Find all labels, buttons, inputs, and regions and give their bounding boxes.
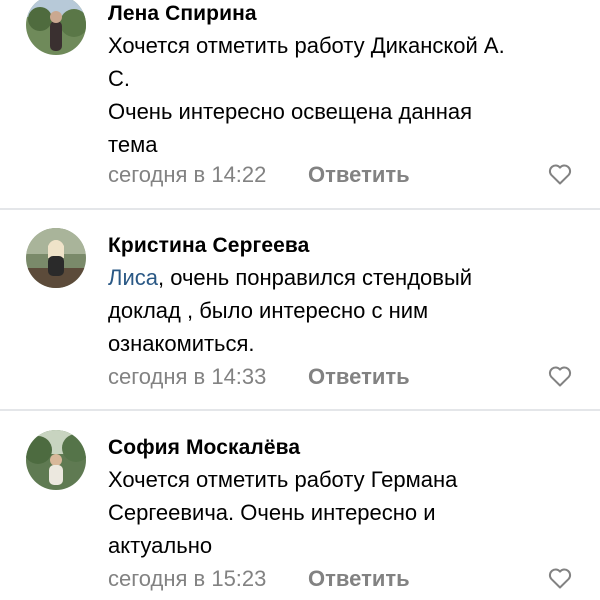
comment-text-line: актуально (108, 533, 213, 558)
comment-text-line: доклад , было интересно с ним (108, 298, 429, 323)
heart-outline-icon (548, 164, 572, 185)
avatar[interactable] (26, 228, 86, 288)
comment-text: Лиса, очень понравился стендовый доклад … (108, 261, 558, 360)
comment-text-line: Сергеевича. Очень интересно и (108, 500, 436, 525)
comment-text-line: тема (108, 132, 158, 157)
comment-text-line: С. (108, 66, 130, 91)
avatar-photo (26, 0, 86, 55)
comment-timestamp: сегодня в 15:23 (108, 566, 267, 591)
comment-text-line: Хочется отметить работу Германа (108, 467, 458, 492)
avatar[interactable] (26, 0, 86, 55)
comment-text-line: Хочется отметить работу Диканской А. (108, 33, 505, 58)
mention-link[interactable]: Лиса (108, 265, 158, 290)
like-button[interactable] (548, 567, 572, 589)
avatar-photo (26, 228, 86, 288)
comment-text-line: Лиса, очень понравился стендовый (108, 261, 558, 294)
comment-text-fragment: , очень понравился стендовый (157, 265, 473, 290)
reply-button[interactable]: Ответить (308, 162, 410, 188)
comment-author[interactable]: София Москалёва (108, 436, 300, 460)
comment-text-line: Очень интересно освещена данная (108, 99, 473, 124)
comment-text-line: ознакомиться. (108, 331, 255, 356)
divider (0, 409, 600, 411)
avatar-photo (26, 430, 86, 490)
heart-outline-icon (548, 568, 572, 589)
comment-author[interactable]: Лена Спирина (108, 2, 257, 26)
comment-timestamp: сегодня в 14:33 (108, 364, 267, 389)
heart-outline-icon (548, 366, 572, 387)
reply-button[interactable]: Ответить (308, 364, 410, 390)
comment-author[interactable]: Кристина Сергеева (108, 234, 309, 258)
reply-button[interactable]: Ответить (308, 566, 410, 592)
comment-text: Хочется отметить работу Германа Сергееви… (108, 463, 558, 562)
avatar[interactable] (26, 430, 86, 490)
comment-timestamp: сегодня в 14:22 (108, 162, 267, 187)
like-button[interactable] (548, 163, 572, 185)
divider (0, 208, 600, 210)
like-button[interactable] (548, 365, 572, 387)
comment-text: Хочется отметить работу Диканской А. С. … (108, 29, 558, 161)
